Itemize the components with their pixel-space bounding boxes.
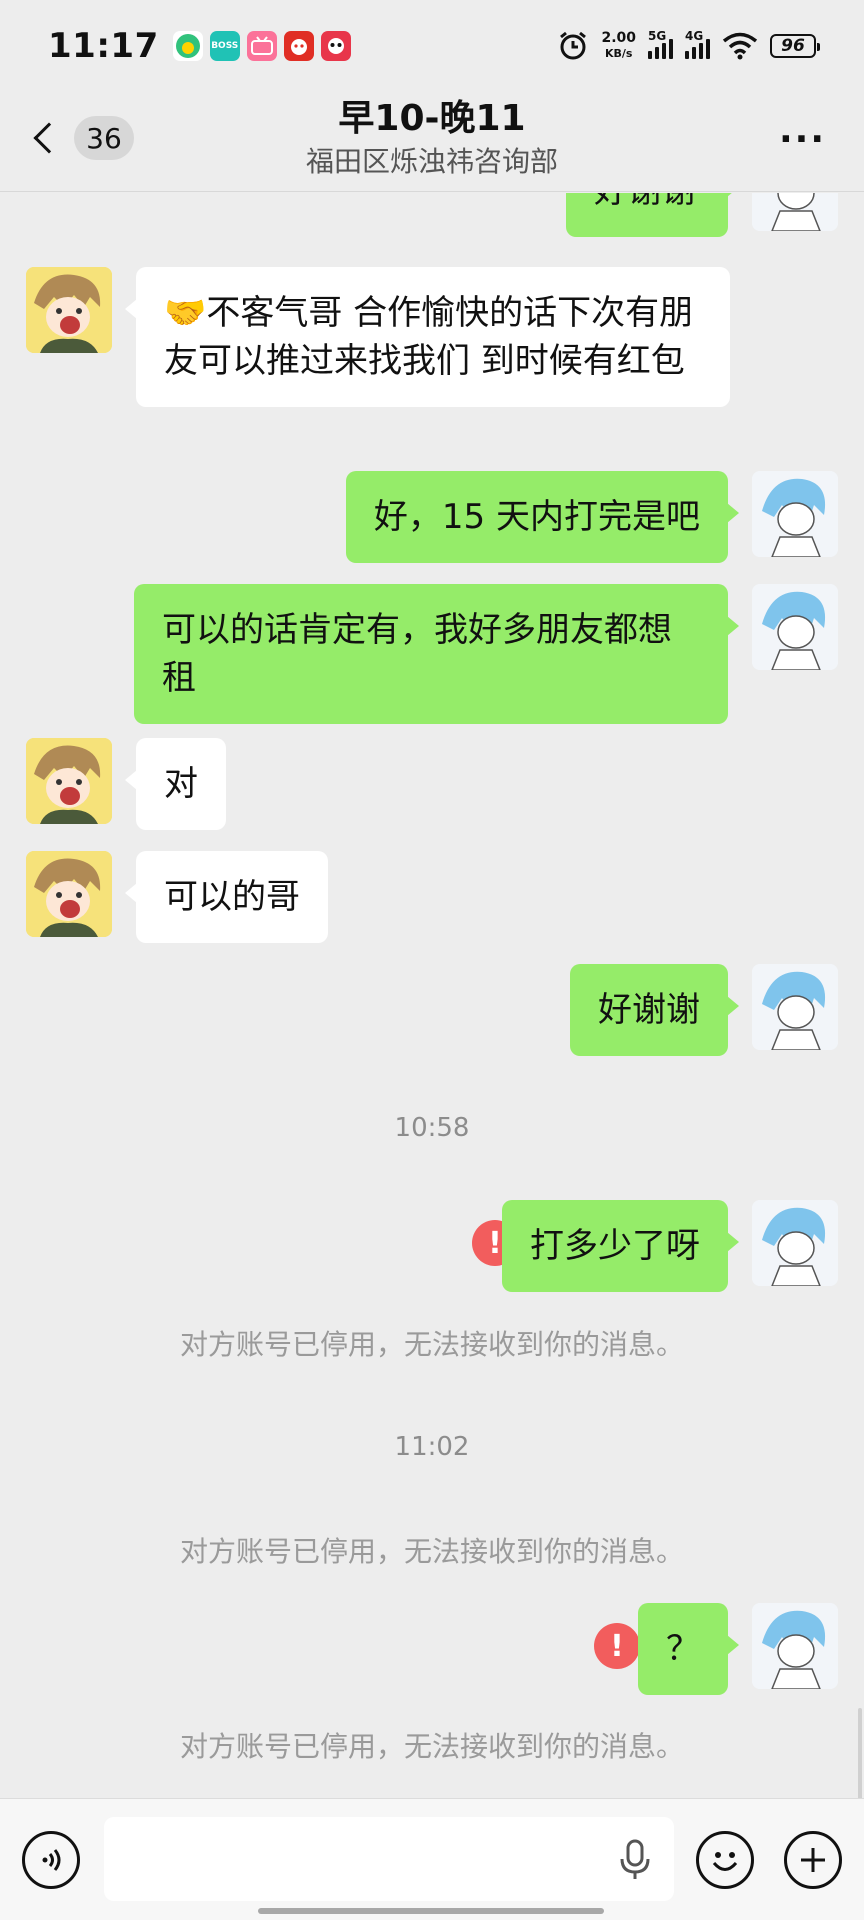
network-speed: 2.00 KB/s bbox=[601, 30, 636, 61]
voice-toggle-button[interactable] bbox=[22, 1831, 80, 1889]
message-bubble-mine[interactable]: 好，15 天内打完是吧 bbox=[345, 471, 740, 563]
message-bubble-contact[interactable]: 对 bbox=[125, 738, 226, 830]
my-avatar[interactable] bbox=[752, 1200, 838, 1286]
microphone-icon[interactable] bbox=[618, 1839, 652, 1881]
contact-avatar[interactable] bbox=[26, 851, 112, 937]
alarm-clock-icon bbox=[560, 31, 587, 60]
my-avatar[interactable] bbox=[752, 193, 838, 231]
more-functions-button[interactable] bbox=[784, 1831, 842, 1889]
voice-toggle-icon bbox=[42, 1849, 61, 1871]
system-notice: 对方账号已停用，无法接收到你的消息。 bbox=[179, 1328, 684, 1361]
message-bubble-contact[interactable]: 可以的哥 bbox=[125, 851, 328, 943]
chat-title-block: 早10-晚11 福田区烁浊祎咨询部 bbox=[0, 96, 864, 182]
pinduoduo-icon bbox=[283, 31, 314, 61]
battery-level: 96 bbox=[781, 36, 805, 56]
message-list[interactable]: 好谢谢 🤝不客气哥 合作愉快的话下次有朋友可以推过来找我们 到时候有红包 好，1… bbox=[0, 193, 864, 1798]
send-failed-icon[interactable]: ! bbox=[594, 1623, 640, 1669]
boss-zhipin-icon: BOSS bbox=[209, 31, 240, 61]
message-bubble-contact[interactable]: 🤝不客气哥 合作愉快的话下次有朋友可以推过来找我们 到时候有红包 bbox=[125, 267, 730, 407]
my-avatar[interactable] bbox=[752, 964, 838, 1050]
message-bubble-mine[interactable]: 可以的话肯定有，我好多朋友都想租 bbox=[134, 584, 739, 724]
bilibili-icon bbox=[246, 31, 277, 61]
chat-subtitle: 福田区烁浊祎咨询部 bbox=[305, 145, 558, 178]
contact-avatar[interactable] bbox=[26, 738, 112, 824]
timestamp-label: 10:58 bbox=[394, 1113, 470, 1143]
my-avatar[interactable] bbox=[752, 584, 838, 670]
chat-title: 早10-晚11 bbox=[338, 98, 526, 139]
timestamp-label: 11:02 bbox=[394, 1432, 470, 1462]
emoji-button[interactable] bbox=[696, 1831, 754, 1889]
signal-4g-icon: 4G bbox=[685, 29, 710, 59]
contact-avatar[interactable] bbox=[26, 267, 112, 353]
emoji-icon bbox=[712, 1852, 738, 1871]
signal-5g-icon: 5G bbox=[648, 29, 673, 59]
input-bar bbox=[0, 1798, 864, 1920]
plus-icon bbox=[801, 1848, 825, 1872]
message-input[interactable] bbox=[104, 1817, 674, 1901]
qq-music-icon bbox=[172, 31, 203, 61]
more-options-button[interactable]: ··· bbox=[779, 122, 826, 158]
status-indicators: 2.00 KB/s 5G 4G 96 bbox=[557, 29, 820, 62]
wifi-icon bbox=[722, 32, 758, 60]
message-bubble-mine[interactable]: 打多少了呀 bbox=[502, 1200, 739, 1292]
message-bubble-mine[interactable]: ？ bbox=[638, 1603, 739, 1695]
scrollbar[interactable] bbox=[858, 1708, 862, 1798]
system-notice: 对方账号已停用，无法接收到你的消息。 bbox=[179, 1730, 684, 1763]
notification-app-icons: BOSS bbox=[172, 31, 351, 61]
battery-icon: 96 bbox=[770, 34, 820, 58]
status-time: 11:17 bbox=[48, 26, 159, 66]
my-avatar[interactable] bbox=[752, 471, 838, 557]
home-indicator[interactable] bbox=[258, 1908, 604, 1914]
system-notice: 对方账号已停用，无法接收到你的消息。 bbox=[179, 1535, 684, 1568]
my-avatar[interactable] bbox=[752, 1603, 838, 1689]
message-bubble-mine[interactable]: 好谢谢 bbox=[570, 964, 739, 1056]
chat-header: 36 早10-晚11 福田区烁浊祎咨询部 ··· bbox=[0, 92, 864, 192]
message-bubble-mine[interactable]: 好谢谢 bbox=[566, 193, 739, 237]
panda-app-icon bbox=[320, 31, 351, 61]
status-bar: 11:17 BOSS 2.00 KB/s 5G 4G 96 bbox=[0, 0, 864, 92]
